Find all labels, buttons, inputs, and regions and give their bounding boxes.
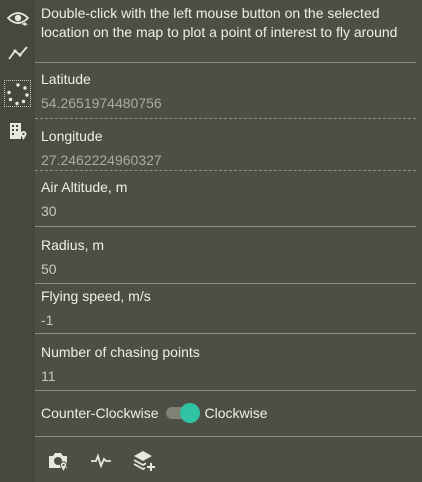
- speed-field[interactable]: Flying speed, m/s -1: [41, 287, 416, 329]
- latitude-value[interactable]: 54.2651974480756: [41, 94, 416, 112]
- divider: [35, 62, 416, 63]
- add-layer-button[interactable]: [131, 448, 157, 474]
- altitude-label: Air Altitude, m: [41, 179, 128, 195]
- pulse-icon: [91, 453, 111, 469]
- camera-location-button[interactable]: [45, 448, 71, 474]
- divider: [35, 333, 416, 334]
- radius-input[interactable]: 50: [41, 260, 416, 278]
- sidebar-item-route[interactable]: [3, 38, 32, 67]
- divider: [35, 170, 416, 171]
- poi-settings-panel: Double-click with the left mouse button …: [35, 0, 422, 482]
- sidebar-item-orbit[interactable]: [3, 79, 32, 108]
- clockwise-label: Clockwise: [204, 405, 268, 421]
- pulse-button[interactable]: [88, 448, 114, 474]
- add-layer-icon: [133, 451, 155, 471]
- instruction-text: Double-click with the left mouse button …: [41, 5, 398, 40]
- camera-location-icon: [49, 453, 68, 471]
- orbit-icon: [6, 82, 29, 105]
- radius-field[interactable]: Radius, m 50: [41, 236, 416, 278]
- divider: [35, 390, 416, 391]
- latitude-field[interactable]: Latitude 54.2651974480756: [41, 70, 416, 112]
- divider: [35, 226, 416, 227]
- sidebar-rail: [0, 0, 35, 482]
- radius-label: Radius, m: [41, 237, 105, 253]
- sidebar-item-buildings[interactable]: [3, 116, 32, 145]
- latitude-label: Latitude: [41, 71, 91, 87]
- sidebar-item-view[interactable]: [3, 4, 32, 33]
- direction-switch[interactable]: [164, 403, 201, 423]
- switch-knob: [180, 403, 201, 423]
- footer-divider: [35, 436, 422, 437]
- longitude-field[interactable]: Longitude 27.2462224960327: [41, 127, 416, 169]
- divider: [35, 118, 416, 119]
- direction-toggle-row: Counter-Clockwise Clockwise: [41, 402, 268, 424]
- chasing-points-input[interactable]: 11: [41, 367, 416, 385]
- longitude-value[interactable]: 27.2462224960327: [41, 151, 416, 169]
- altitude-input[interactable]: 30: [41, 202, 416, 220]
- eye-icon: [6, 11, 29, 26]
- speed-label: Flying speed, m/s: [41, 288, 151, 304]
- longitude-label: Longitude: [41, 128, 103, 144]
- chasing-points-field[interactable]: Number of chasing points 11: [41, 343, 416, 385]
- route-icon: [7, 45, 28, 60]
- building-icon: [9, 122, 26, 140]
- chasing-points-label: Number of chasing points: [41, 344, 200, 360]
- counter-clockwise-label: Counter-Clockwise: [41, 405, 159, 421]
- speed-input[interactable]: -1: [41, 311, 416, 329]
- altitude-field[interactable]: Air Altitude, m 30: [41, 178, 416, 220]
- divider: [35, 283, 416, 284]
